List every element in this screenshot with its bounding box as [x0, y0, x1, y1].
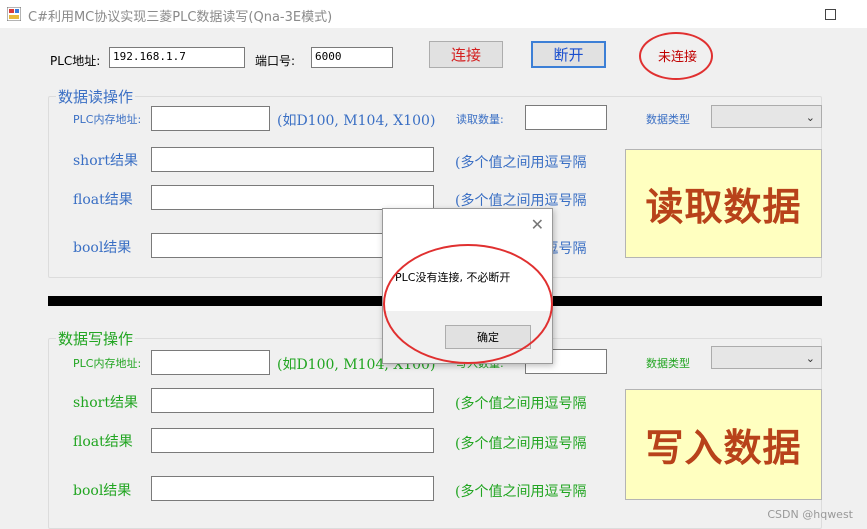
read-type-label: 数据类型 [646, 113, 690, 126]
write-float-label: float结果 [73, 434, 133, 450]
read-short-label: short结果 [73, 153, 138, 169]
maximize-button[interactable] [818, 3, 842, 25]
read-float-label: float结果 [73, 192, 133, 208]
write-short-label: short结果 [73, 395, 138, 411]
read-address-label: PLC内存地址: [73, 113, 142, 126]
write-short-input[interactable] [151, 388, 434, 413]
port-label: 端口号: [255, 54, 296, 68]
read-float-hint: (多个值之间用逗号隔 [455, 193, 587, 209]
write-bool-label: bool结果 [73, 483, 132, 499]
write-type-label: 数据类型 [646, 357, 690, 370]
read-short-hint: (多个值之间用逗号隔 [455, 155, 587, 171]
app-icon [7, 7, 21, 21]
write-data-button[interactable]: 写入数据 [625, 389, 822, 500]
write-float-input[interactable] [151, 428, 434, 453]
dialog-annotation-circle [383, 244, 553, 364]
read-type-select[interactable]: ⌄ [711, 105, 822, 128]
write-short-hint: (多个值之间用逗号隔 [455, 396, 587, 412]
read-count-input[interactable] [525, 105, 607, 130]
dialog-close-button[interactable]: ✕ [531, 215, 544, 234]
close-icon: ✕ [530, 215, 544, 234]
port-input[interactable]: 6000 [311, 47, 393, 68]
disconnect-button[interactable]: 断开 [531, 41, 606, 68]
read-float-result[interactable] [151, 185, 434, 210]
window-title: C#利用MC协议实现三菱PLC数据读写(Qna-3E模式) [28, 10, 333, 25]
write-type-select[interactable]: ⌄ [711, 346, 822, 369]
read-data-button[interactable]: 读取数据 [625, 149, 822, 258]
read-bool-label: bool结果 [73, 240, 132, 256]
read-address-hint: (如D100, M104, X100) [277, 113, 436, 129]
maximize-icon [824, 8, 836, 20]
watermark: CSDN @hqwest [767, 508, 853, 521]
chevron-down-icon: ⌄ [805, 111, 815, 124]
chevron-down-icon: ⌄ [805, 352, 815, 365]
write-bool-hint: (多个值之间用逗号隔 [455, 484, 587, 500]
ip-input[interactable]: 192.168.1.7 [109, 47, 245, 68]
read-group-title: 数据读操作 [56, 86, 136, 107]
write-group-title: 数据写操作 [56, 328, 136, 349]
read-short-result[interactable] [151, 147, 434, 172]
read-count-label: 读取数量: [456, 113, 504, 126]
connect-button[interactable]: 连接 [429, 41, 503, 68]
write-bool-input[interactable] [151, 476, 434, 501]
write-address-label: PLC内存地址: [73, 357, 142, 370]
read-address-input[interactable] [151, 106, 270, 131]
title-bar: C#利用MC协议实现三菱PLC数据读写(Qna-3E模式) [0, 0, 867, 28]
write-address-input[interactable] [151, 350, 270, 375]
status-annotation-circle [639, 32, 713, 80]
ip-label: PLC地址: [50, 54, 101, 68]
write-float-hint: (多个值之间用逗号隔 [455, 436, 587, 452]
